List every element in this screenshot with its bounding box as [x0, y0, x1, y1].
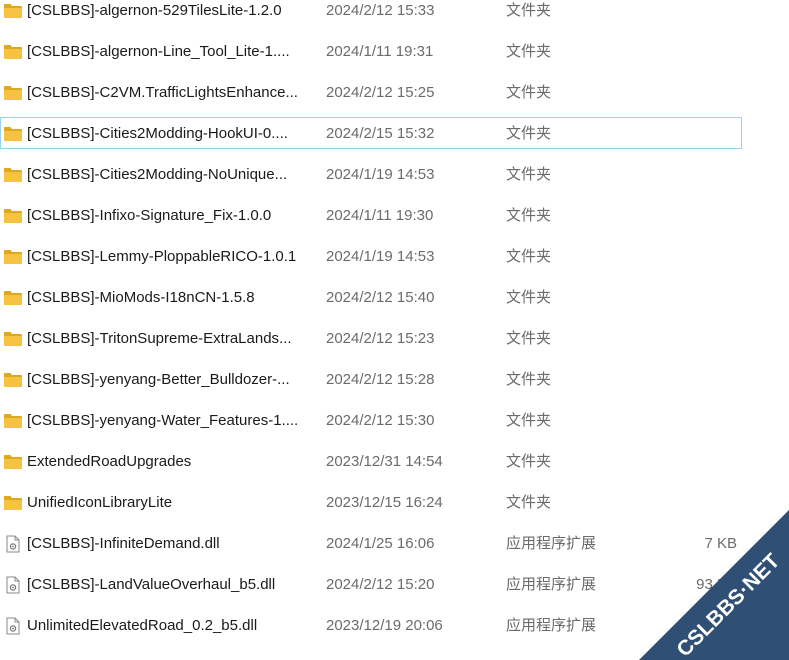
folder-icon	[3, 412, 23, 430]
file-list: [CSLBBS]-algernon-529TilesLite-1.2.0 2024…	[0, 0, 789, 660]
folder-icon	[3, 84, 23, 102]
folder-icon	[3, 453, 23, 471]
file-name: [CSLBBS]-C2VM.TrafficLightsEnhance...	[27, 84, 298, 101]
file-type: 文件夹	[506, 166, 552, 183]
file-name: [CSLBBS]-Cities2Modding-NoUnique...	[27, 166, 288, 183]
file-type: 文件夹	[506, 412, 552, 429]
file-type: 文件夹	[506, 330, 552, 347]
file-name: UnlimitedElevatedRoad_0.2_b5.dll	[27, 617, 258, 634]
file-date-modified: 2024/2/12 15:40	[326, 289, 435, 306]
file-date-modified: 2024/2/15 15:32	[326, 125, 435, 142]
folder-icon	[3, 207, 23, 225]
folder-icon	[3, 494, 23, 512]
file-name: [CSLBBS]-algernon-Line_Tool_Lite-1....	[27, 43, 290, 60]
file-type: 文件夹	[506, 248, 552, 265]
file-type: 文件夹	[506, 207, 552, 224]
file-date-modified: 2024/2/12 15:33	[326, 2, 435, 19]
file-date-modified: 2024/1/19 14:53	[326, 248, 435, 265]
folder-icon	[3, 125, 23, 143]
file-name: [CSLBBS]-InfiniteDemand.dll	[27, 535, 220, 552]
file-row[interactable]: UnifiedIconLibraryLite 2023/12/15 16:24 文件…	[0, 486, 742, 518]
file-row[interactable]: [CSLBBS]-Lemmy-PloppableRICO-1.0.1 2024/1…	[0, 240, 742, 272]
file-row[interactable]: [CSLBBS]-algernon-529TilesLite-1.2.0 2024…	[0, 0, 742, 26]
file-type: 文件夹	[506, 125, 552, 142]
file-name: ExtendedRoadUpgrades	[27, 453, 192, 470]
file-date-modified: 2024/2/12 15:25	[326, 84, 435, 101]
file-name: UnifiedIconLibraryLite	[27, 494, 173, 511]
file-row[interactable]: ExtendedRoadUpgrades 2023/12/31 14:54 文件夹	[0, 445, 742, 477]
file-row[interactable]: [CSLBBS]-LandValueOverhaul_b5.dll 2024/2/…	[0, 568, 742, 600]
file-type: 文件夹	[506, 43, 552, 60]
dll-file-icon	[3, 617, 23, 635]
file-name: [CSLBBS]-Lemmy-PloppableRICO-1.0.1	[27, 248, 297, 265]
file-date-modified: 2024/2/12 15:28	[326, 371, 435, 388]
file-date-modified: 2023/12/19 20:06	[326, 617, 443, 634]
file-row[interactable]: [CSLBBS]-algernon-Line_Tool_Lite-1.... 20…	[0, 35, 742, 67]
file-type: 文件夹	[506, 494, 552, 511]
file-row[interactable]: [CSLBBS]-Cities2Modding-NoUnique... 2024/…	[0, 158, 742, 190]
file-name: [CSLBBS]-MioMods-I18nCN-1.5.8	[27, 289, 255, 306]
file-date-modified: 2024/1/25 16:06	[326, 535, 435, 552]
folder-icon	[3, 330, 23, 348]
file-row[interactable]: [CSLBBS]-Infixo-Signature_Fix-1.0.0 2024/…	[0, 199, 742, 231]
folder-icon	[3, 43, 23, 61]
file-type: 应用程序扩展	[506, 617, 597, 634]
file-row[interactable]: [CSLBBS]-TritonSupreme-ExtraLands... 2024…	[0, 322, 742, 354]
file-name: [CSLBBS]-Cities2Modding-HookUI-0....	[27, 125, 288, 142]
file-row[interactable]: [CSLBBS]-C2VM.TrafficLightsEnhance... 202…	[0, 76, 742, 108]
file-type: 文件夹	[506, 289, 552, 306]
file-name: [CSLBBS]-yenyang-Water_Features-1....	[27, 412, 299, 429]
file-name: [CSLBBS]-LandValueOverhaul_b5.dll	[27, 576, 276, 593]
file-type: 文件夹	[506, 2, 552, 19]
file-row[interactable]: [CSLBBS]-yenyang-Water_Features-1.... 202…	[0, 404, 742, 436]
folder-icon	[3, 371, 23, 389]
file-row[interactable]: UnlimitedElevatedRoad_0.2_b5.dll 2023/12/…	[0, 609, 742, 641]
file-date-modified: 2024/1/11 19:31	[326, 43, 434, 60]
file-date-modified: 2024/2/12 15:20	[326, 576, 435, 593]
file-date-modified: 2024/2/12 15:23	[326, 330, 435, 347]
file-date-modified: 2024/1/11 19:30	[326, 207, 434, 224]
file-type: 文件夹	[506, 371, 552, 388]
file-date-modified: 2023/12/31 14:54	[326, 453, 443, 470]
file-date-modified: 2023/12/15 16:24	[326, 494, 443, 511]
file-row[interactable]: [CSLBBS]-MioMods-I18nCN-1.5.8 2024/2/12 1…	[0, 281, 742, 313]
file-size: 7 KB	[704, 535, 737, 552]
file-type: 文件夹	[506, 84, 552, 101]
file-row[interactable]: [CSLBBS]-Cities2Modding-HookUI-0.... 2024…	[0, 117, 742, 149]
file-date-modified: 2024/1/19 14:53	[326, 166, 435, 183]
folder-icon	[3, 166, 23, 184]
file-size: 24 KB	[696, 617, 737, 634]
file-name: [CSLBBS]-TritonSupreme-ExtraLands...	[27, 330, 292, 347]
file-row[interactable]: [CSLBBS]-yenyang-Better_Bulldozer-... 202…	[0, 363, 742, 395]
folder-icon	[3, 2, 23, 20]
dll-file-icon	[3, 535, 23, 553]
file-type: 应用程序扩展	[506, 576, 597, 593]
dll-file-icon	[3, 576, 23, 594]
folder-icon	[3, 289, 23, 307]
file-name: [CSLBBS]-Infixo-Signature_Fix-1.0.0	[27, 207, 272, 224]
file-type: 文件夹	[506, 453, 552, 470]
file-name: [CSLBBS]-yenyang-Better_Bulldozer-...	[27, 371, 290, 388]
file-date-modified: 2024/2/12 15:30	[326, 412, 435, 429]
folder-icon	[3, 248, 23, 266]
file-type: 应用程序扩展	[506, 535, 597, 552]
file-name: [CSLBBS]-algernon-529TilesLite-1.2.0	[27, 2, 282, 19]
file-size: 93 KB	[696, 576, 737, 593]
file-row[interactable]: [CSLBBS]-InfiniteDemand.dll 2024/1/25 16:…	[0, 527, 742, 559]
